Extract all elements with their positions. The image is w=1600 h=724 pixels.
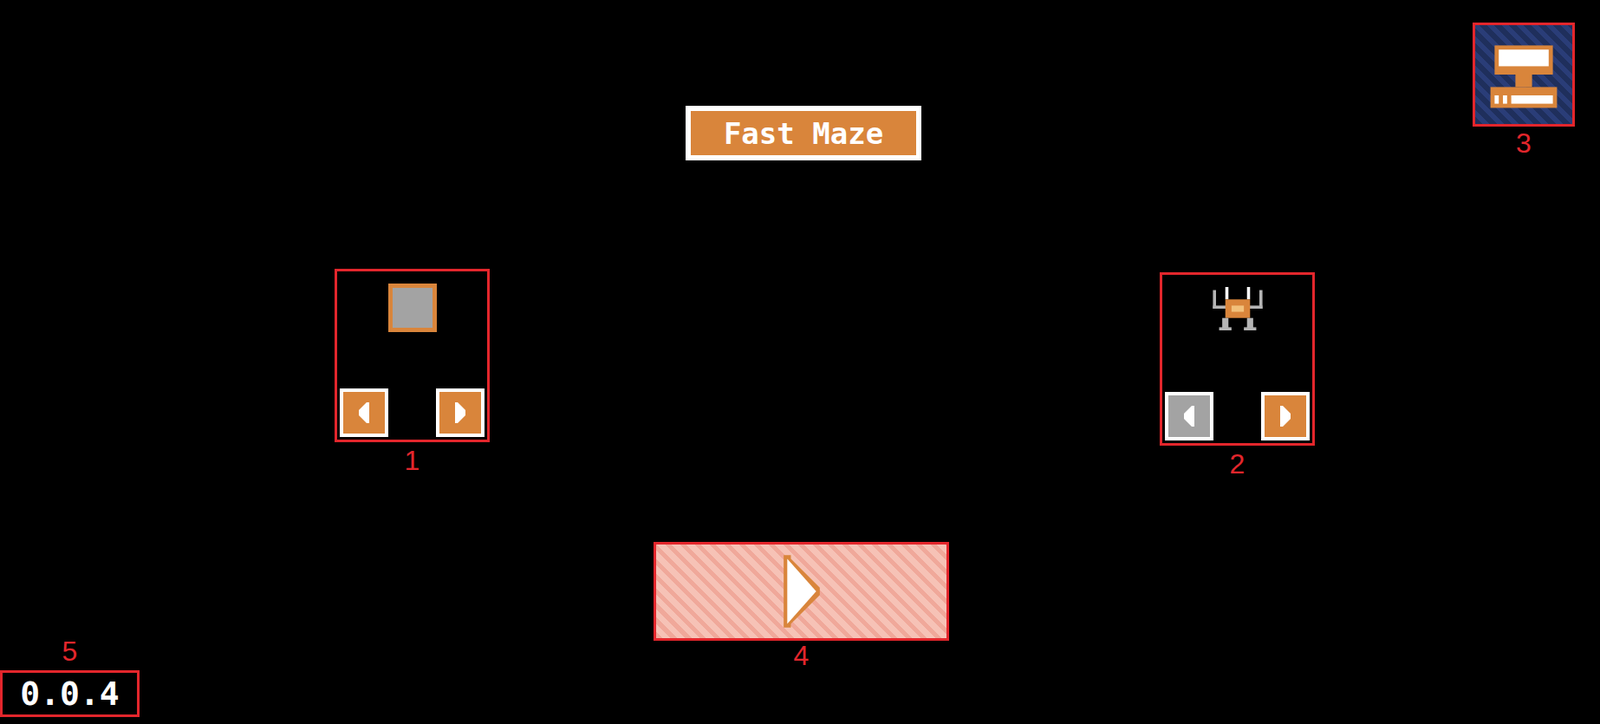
version-group: 50.0.4 bbox=[0, 636, 140, 717]
left-arrow-icon bbox=[1178, 403, 1200, 430]
left-arrow-icon bbox=[353, 399, 375, 426]
left-arrow-button[interactable] bbox=[339, 388, 389, 437]
right-arrow-icon bbox=[1274, 403, 1296, 430]
right-arrow-button[interactable] bbox=[1261, 391, 1310, 441]
annotation-label: 4 bbox=[793, 640, 810, 671]
selector-group: 2 bbox=[1159, 272, 1315, 480]
annotation-label: 1 bbox=[404, 445, 421, 476]
selector bbox=[334, 268, 490, 443]
version-text: 0.0.4 bbox=[0, 669, 140, 717]
right-arrow-icon bbox=[449, 399, 471, 426]
selector-group: 1 bbox=[334, 268, 490, 476]
play-button[interactable] bbox=[653, 541, 950, 641]
trophy-button[interactable] bbox=[1472, 22, 1575, 127]
tile-icon bbox=[388, 283, 437, 332]
selector bbox=[1159, 272, 1315, 446]
right-arrow-button[interactable] bbox=[435, 388, 485, 437]
annotation-label: 2 bbox=[1229, 448, 1246, 480]
play-icon bbox=[780, 554, 824, 628]
game-menu: Fast Maze 1 2 3 4 50.0.4 bbox=[0, 0, 1600, 724]
trophy-icon bbox=[1482, 32, 1566, 117]
play-group: 4 bbox=[653, 541, 950, 671]
game-title: Fast Maze bbox=[685, 105, 922, 161]
annotation-label: 5 bbox=[62, 636, 79, 667]
trophy-group: 3 bbox=[1472, 22, 1575, 159]
spider-icon bbox=[1212, 286, 1263, 331]
left-arrow-button bbox=[1164, 391, 1214, 441]
annotation-label: 3 bbox=[1515, 128, 1532, 159]
